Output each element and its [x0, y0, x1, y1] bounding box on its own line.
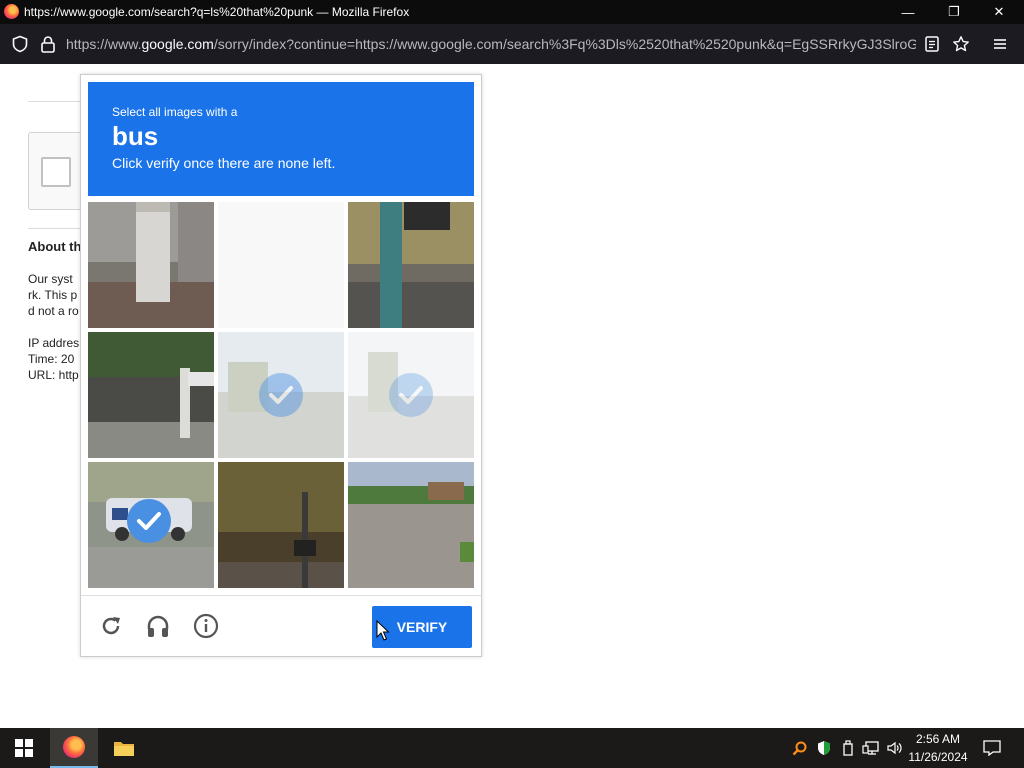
- bookmark-star-icon[interactable]: [951, 34, 971, 54]
- instruction-hint: Click verify once there are none left.: [112, 155, 336, 171]
- firefox-icon: [4, 4, 19, 19]
- selected-check-icon: [127, 499, 171, 543]
- clock-time[interactable]: 2:56 AM: [898, 732, 978, 746]
- url-bar[interactable]: https://www.google.com/sorry/index?conti…: [66, 36, 916, 52]
- url-prefix: https://www.: [66, 36, 142, 52]
- page-content: About th Our syst rk. This p d not a ro …: [0, 64, 1024, 728]
- url-domain: google.com: [141, 36, 214, 52]
- captcha-tile[interactable]: [88, 332, 214, 458]
- time-line: Time: 20: [28, 352, 75, 366]
- lock-icon[interactable]: [38, 34, 58, 54]
- url-line: URL: http: [28, 368, 79, 382]
- windows-start-icon[interactable]: [0, 728, 48, 768]
- selected-check-icon: [389, 373, 433, 417]
- captcha-tile[interactable]: [348, 462, 474, 588]
- url-path: /sorry/index?continue=https://www.google…: [213, 36, 916, 52]
- file-explorer-icon[interactable]: [100, 728, 148, 768]
- target-object: bus: [112, 121, 159, 151]
- divider: [28, 101, 88, 102]
- mouse-cursor-icon: [376, 620, 390, 641]
- reader-view-icon[interactable]: [922, 34, 942, 54]
- restore-button[interactable]: ❐: [931, 0, 977, 24]
- about-heading: About th: [28, 239, 82, 254]
- clock-date[interactable]: 11/26/2024: [898, 750, 978, 764]
- explanation-line: Our syst: [28, 272, 73, 286]
- network-icon[interactable]: [860, 728, 882, 768]
- captcha-tile[interactable]: [88, 202, 214, 328]
- explanation-line: rk. This p: [28, 288, 78, 302]
- selected-check-icon: [259, 373, 303, 417]
- recaptcha-checkbox[interactable]: [41, 157, 71, 187]
- instruction-text: Select all images with a: [112, 105, 238, 119]
- taskbar-firefox-icon[interactable]: [50, 728, 98, 768]
- explanation-line: d not a ro: [28, 304, 79, 318]
- window-title: https://www.google.com/search?q=ls%20tha…: [24, 5, 410, 19]
- notification-center-icon[interactable]: [980, 728, 1004, 768]
- challenge-footer: VERIFY: [81, 595, 481, 657]
- reload-icon[interactable]: [97, 612, 125, 640]
- search-tray-icon[interactable]: [790, 728, 810, 768]
- shield-icon[interactable]: [10, 34, 30, 54]
- audio-challenge-icon[interactable]: [144, 612, 172, 640]
- ip-address-line: IP addres: [28, 336, 80, 350]
- info-icon[interactable]: [192, 612, 220, 640]
- divider: [28, 228, 88, 229]
- challenge-header: Select all images with a bus Click verif…: [88, 82, 474, 196]
- captcha-tile[interactable]: [218, 202, 344, 328]
- window-titlebar: https://www.google.com/search?q=ls%20tha…: [0, 0, 1024, 24]
- close-button[interactable]: ✕: [976, 0, 1022, 24]
- menu-icon[interactable]: [990, 34, 1010, 54]
- security-shield-icon[interactable]: [814, 728, 834, 768]
- minimize-button[interactable]: —: [885, 0, 931, 24]
- usb-device-icon[interactable]: [838, 728, 858, 768]
- navigation-toolbar: https://www.google.com/sorry/index?conti…: [0, 24, 1024, 64]
- taskbar: 2:56 AM 11/26/2024: [0, 728, 1024, 768]
- recaptcha-challenge: Select all images with a bus Click verif…: [80, 74, 482, 657]
- captcha-tile[interactable]: [218, 462, 344, 588]
- captcha-tile[interactable]: [348, 202, 474, 328]
